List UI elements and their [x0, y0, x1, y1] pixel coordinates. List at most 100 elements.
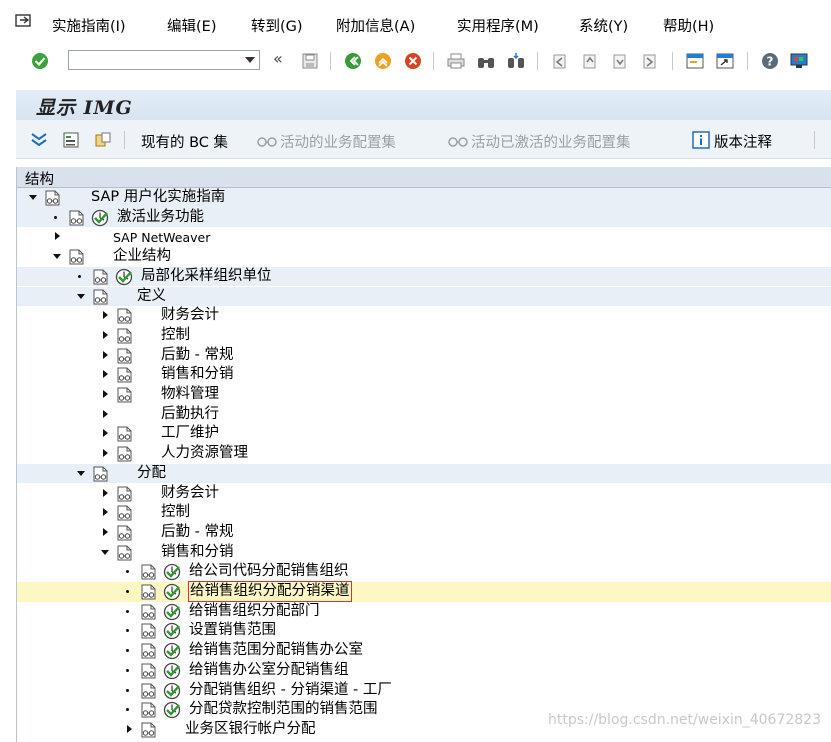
tree-row[interactable]: 激活业务功能	[17, 207, 831, 228]
documentation-glasses-icon[interactable]	[93, 466, 108, 482]
tree-row[interactable]: 销售和分销	[17, 543, 831, 563]
customize-layout-icon[interactable]	[789, 52, 809, 70]
tree-row[interactable]: SAP 用户化实施指南	[17, 188, 831, 208]
tree-row[interactable]: 后勤 - 常规	[17, 523, 831, 543]
collapsed-node-icon[interactable]	[101, 330, 111, 340]
back-icon[interactable]	[343, 52, 363, 70]
tree-row[interactable]: 工厂维护	[17, 424, 831, 444]
documentation-glasses-icon[interactable]	[117, 545, 132, 561]
tree-row[interactable]: 物料管理	[17, 385, 831, 405]
documentation-glasses-icon[interactable]	[141, 663, 156, 679]
tree-row[interactable]: 设置销售范围	[17, 621, 831, 641]
expand-subtree-icon[interactable]	[30, 132, 48, 148]
documentation-glasses-icon[interactable]	[117, 505, 132, 521]
tree-node-label[interactable]: 业务区银行帐户分配	[185, 720, 316, 739]
tree-row[interactable]: 人力资源管理	[17, 444, 831, 464]
tree-node-label[interactable]: 激活业务功能	[117, 208, 204, 227]
documentation-glasses-icon[interactable]	[141, 564, 156, 580]
tree-node-label[interactable]: 销售和分销	[161, 543, 234, 562]
execute-activity-icon[interactable]	[163, 682, 181, 700]
tree-row[interactable]: 给销售组织分配部门	[17, 602, 831, 622]
tree-node-label[interactable]: 给公司代码分配销售组织	[189, 562, 349, 581]
collapsed-node-icon[interactable]	[125, 724, 135, 734]
collapsed-node-icon[interactable]	[101, 507, 111, 517]
collapsed-node-icon[interactable]	[101, 448, 111, 458]
documentation-glasses-icon[interactable]	[117, 426, 132, 442]
tree-row[interactable]: 财务会计	[17, 484, 831, 504]
tree-row[interactable]: 控制	[17, 326, 831, 346]
next-page-icon[interactable]	[610, 52, 630, 70]
documentation-glasses-icon[interactable]	[117, 387, 132, 403]
tree-node-label[interactable]: 销售和分销	[161, 365, 234, 384]
tree-node-label[interactable]: 分配贷款控制范围的销售范围	[189, 700, 378, 719]
tree-row[interactable]: 企业结构	[17, 247, 831, 267]
find-next-icon[interactable]	[506, 52, 526, 70]
menu-utilities[interactable]: 实用程序(M)	[457, 15, 539, 36]
collapsed-node-icon[interactable]	[101, 409, 111, 419]
where-used-icon[interactable]	[62, 131, 80, 149]
tree-node-label[interactable]: 后勤 - 常规	[161, 346, 233, 365]
tree-node-label[interactable]: 局部化采样组织单位	[141, 267, 272, 286]
release-notes-button[interactable]: 版本注释	[714, 131, 772, 152]
execute-activity-icon[interactable]	[163, 662, 181, 680]
documentation-glasses-icon[interactable]	[117, 308, 132, 324]
tree-node-label[interactable]: 给销售范围分配销售办公室	[189, 641, 363, 660]
first-page-icon[interactable]	[550, 52, 570, 70]
collapsed-node-icon[interactable]	[101, 389, 111, 399]
tree-node-label[interactable]: 给销售组织分配分销渠道	[188, 581, 352, 602]
tree-node-label[interactable]: 财务会计	[161, 484, 219, 503]
collapsed-node-icon[interactable]	[101, 369, 111, 379]
collapsed-node-icon[interactable]	[101, 488, 111, 498]
save-icon[interactable]	[300, 52, 320, 70]
new-session-icon[interactable]	[685, 52, 705, 70]
tree-node-label[interactable]: 企业结构	[113, 247, 171, 266]
tree-node-label[interactable]: 给销售办公室分配销售组	[189, 661, 349, 680]
execute-activity-icon[interactable]	[115, 268, 133, 286]
documentation-glasses-icon[interactable]	[141, 702, 156, 718]
documentation-glasses-icon[interactable]	[141, 604, 156, 620]
additional-info-icon[interactable]	[94, 131, 112, 149]
execute-activity-icon[interactable]	[163, 642, 181, 660]
expanded-node-icon[interactable]	[101, 547, 111, 557]
tree-node-label[interactable]: SAP 用户化实施指南	[91, 188, 225, 207]
documentation-glasses-icon[interactable]	[117, 525, 132, 541]
collapsed-node-icon[interactable]	[101, 350, 111, 360]
tree-node-label[interactable]: 工厂维护	[161, 424, 219, 443]
enter-check-icon[interactable]	[30, 52, 50, 70]
tree-node-label[interactable]: 给销售组织分配部门	[189, 602, 320, 621]
collapsed-node-icon[interactable]	[101, 527, 111, 537]
info-icon[interactable]	[692, 131, 710, 149]
tree-row[interactable]: 局部化采样组织单位	[17, 266, 831, 287]
tree-node-label[interactable]: 分配销售组织 - 分销渠道 - 工厂	[189, 681, 392, 700]
documentation-glasses-icon[interactable]	[141, 643, 156, 659]
active-bc-set-button[interactable]: 活动的业务配置集	[280, 131, 396, 152]
tree-node-label[interactable]: 财务会计	[161, 306, 219, 325]
menu-options-icon[interactable]	[14, 13, 36, 31]
execute-activity-icon[interactable]	[163, 701, 181, 719]
command-field-dropdown-icon[interactable]	[245, 57, 255, 63]
current-bc-set-button[interactable]: 现有的 BC 集	[141, 131, 228, 152]
last-page-icon[interactable]	[640, 52, 660, 70]
menu-goto[interactable]: 转到(G)	[251, 15, 303, 36]
tree-row[interactable]: SAP NetWeaver	[17, 227, 831, 247]
tree-row[interactable]: 后勤 - 常规	[17, 346, 831, 366]
tree-row[interactable]: 给销售办公室分配销售组	[17, 661, 831, 681]
cancel-icon[interactable]	[403, 52, 423, 70]
menu-extras[interactable]: 附加信息(A)	[336, 15, 415, 36]
tree-row[interactable]: 后勤执行	[17, 405, 831, 425]
documentation-glasses-icon[interactable]	[117, 486, 132, 502]
documentation-glasses-icon[interactable]	[117, 446, 132, 462]
tree-node-label[interactable]: 物料管理	[161, 385, 219, 404]
documentation-glasses-icon[interactable]	[93, 269, 108, 285]
tree-row[interactable]: 分配销售组织 - 分销渠道 - 工厂	[17, 681, 831, 701]
tree-row[interactable]: 分配	[17, 463, 831, 484]
documentation-glasses-icon[interactable]	[117, 367, 132, 383]
documentation-glasses-icon[interactable]	[45, 190, 60, 206]
execute-activity-icon[interactable]	[163, 563, 181, 581]
tree-node-label[interactable]: 人力资源管理	[161, 444, 248, 463]
documentation-glasses-icon[interactable]	[93, 289, 108, 305]
tree-row[interactable]: 给公司代码分配销售组织	[17, 562, 831, 582]
tree-node-label[interactable]: SAP NetWeaver	[113, 228, 210, 247]
menu-edit[interactable]: 编辑(E)	[167, 15, 216, 36]
menu-system[interactable]: 系统(Y)	[579, 15, 628, 36]
